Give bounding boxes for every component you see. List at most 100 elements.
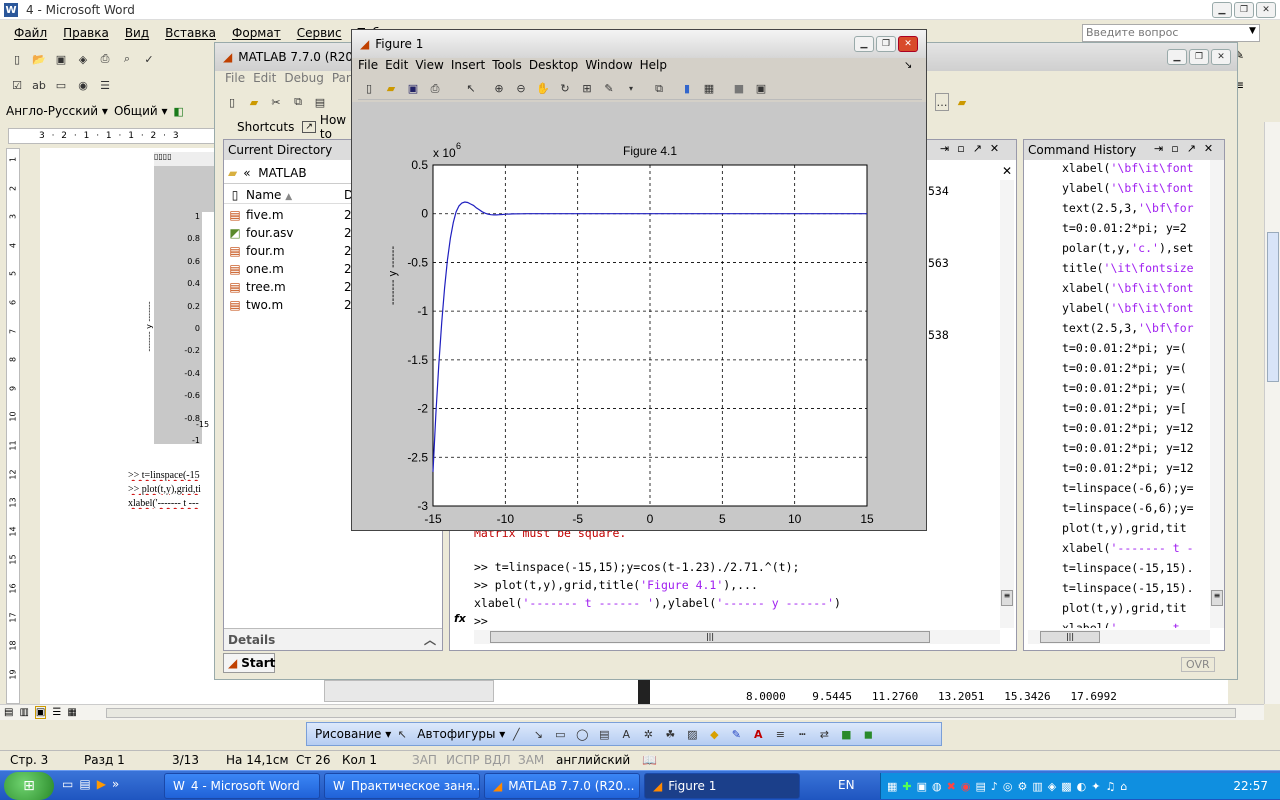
font-dropdown[interactable]: Общий ▾ — [114, 104, 168, 118]
preview-icon[interactable]: ⌕ — [118, 50, 136, 68]
spelling-status-icon[interactable]: 📖 — [642, 753, 657, 767]
word-titlebar[interactable]: W 4 - Microsoft Word ▁ ❐ ✕ — [0, 0, 1280, 20]
start-button[interactable]: ⊞ — [4, 772, 54, 800]
oval-icon[interactable]: ◯ — [573, 725, 591, 743]
float-icon[interactable]: ↗ — [973, 142, 982, 155]
tray-icon-1[interactable]: ▦ — [887, 780, 897, 793]
word-menu-item[interactable]: Правка — [57, 26, 115, 40]
view-print-icon[interactable]: ▣ — [34, 706, 47, 719]
word-menu-item[interactable]: Файл — [8, 26, 53, 40]
history-item[interactable]: xlabel('\bf\it\font — [1062, 158, 1212, 178]
details-bar[interactable]: Details ︿ — [224, 628, 442, 650]
figure-menu-item[interactable]: Help — [640, 58, 672, 76]
brush-icon[interactable]: ✎ — [600, 80, 618, 98]
hide-tools-icon[interactable]: ■ — [730, 80, 748, 98]
hist-hscrollbar[interactable]: ||| — [1028, 630, 1210, 644]
zoom-out-icon[interactable]: ⊖ — [512, 80, 530, 98]
translate-icon[interactable]: ◧ — [170, 102, 188, 120]
fig-close-button[interactable]: ✕ — [898, 36, 918, 52]
line-style-icon[interactable]: ≡ — [771, 725, 789, 743]
drawing-menu[interactable]: Рисование ▾ — [315, 727, 391, 741]
matlab-close-button[interactable]: ✕ — [1211, 49, 1231, 65]
show-tools-icon[interactable]: ▣ — [752, 80, 770, 98]
fill-color-icon[interactable]: ◆ — [705, 725, 723, 743]
font-color-icon[interactable]: A — [749, 725, 767, 743]
task-figure[interactable]: ◢ Figure 1 — [644, 773, 800, 799]
doc-text-line[interactable]: >> plot(t,y),grid,ti — [128, 484, 214, 495]
shadow-icon[interactable]: ■ — [837, 725, 855, 743]
cmd-window-close-icon[interactable]: ✕ — [1002, 164, 1012, 178]
copy-icon[interactable]: ⧉ — [289, 93, 307, 111]
paste-icon[interactable]: ▤ — [311, 93, 329, 111]
tray-icon-12[interactable]: ◈ — [1048, 780, 1056, 793]
explorer-icon[interactable]: ▤ — [79, 777, 90, 791]
legend-icon[interactable]: ▦ — [700, 80, 718, 98]
file-type-col[interactable]: ▯ — [224, 188, 246, 202]
edit-plot-icon[interactable]: ↖ — [462, 80, 480, 98]
figure-menu-item[interactable]: Tools — [492, 58, 527, 76]
permission-icon[interactable]: ◈ — [74, 50, 92, 68]
hist-restore-icon[interactable]: ▫ — [1171, 142, 1178, 155]
rectangle-icon[interactable]: ▭ — [551, 725, 569, 743]
browse-icon[interactable]: … — [935, 93, 949, 111]
view-normal-icon[interactable]: ▤ — [4, 707, 13, 718]
word-hscrollbar[interactable]: ▤ ▥ ▣ ☰ ▦ — [0, 704, 1264, 720]
fig-print-icon[interactable]: ⎙ — [426, 80, 444, 98]
task-word[interactable]: W4 - Microsoft Word — [164, 773, 320, 799]
cmd-vscrollbar[interactable]: ≡ — [1000, 180, 1014, 628]
status-ext[interactable]: ВДЛ — [484, 753, 511, 767]
diagram-icon[interactable]: ✲ — [639, 725, 657, 743]
tray-icon-15[interactable]: ✦ — [1091, 780, 1100, 793]
figure-menu-item[interactable]: Edit — [385, 58, 413, 76]
history-item[interactable]: plot(t,y),grid,tit — [1062, 518, 1212, 538]
rotate-icon[interactable]: ↻ — [556, 80, 574, 98]
new-doc-icon[interactable]: ▯ — [8, 50, 26, 68]
show-desktop-icon[interactable]: ▭ — [62, 777, 73, 791]
history-item[interactable]: t=linspace(-15,15). — [1062, 558, 1212, 578]
combo-tool-icon[interactable]: ▭ — [52, 76, 70, 94]
tray-icon-7[interactable]: ▤ — [975, 780, 985, 793]
hist-undock-icon[interactable]: ⇥ — [1154, 142, 1163, 155]
task-doc[interactable]: W Практическое заня... — [324, 773, 480, 799]
select-arrow-icon[interactable]: ↖ — [393, 725, 411, 743]
tray-icon-4[interactable]: ◍ — [932, 780, 942, 793]
matlab-menu-item[interactable]: File — [221, 71, 249, 89]
history-item[interactable]: t=0:0.01:2*pi; y=12 — [1062, 438, 1212, 458]
history-item[interactable]: text(2.5,3,'\bf\for — [1062, 318, 1212, 338]
textbox-icon[interactable]: ▤ — [595, 725, 613, 743]
fig-menu-dock-icon[interactable]: ↘ — [904, 60, 912, 71]
status-trk[interactable]: ИСПР — [446, 753, 480, 767]
open-icon[interactable]: 📂 — [30, 50, 48, 68]
print-icon[interactable]: ⎙ — [96, 50, 114, 68]
dash-style-icon[interactable]: ┅ — [793, 725, 811, 743]
minimize-button[interactable]: ▁ — [1212, 2, 1232, 18]
textfield-tool-icon[interactable]: ab — [30, 76, 48, 94]
link-icon[interactable]: ⧉ — [650, 80, 668, 98]
word-menu-item[interactable]: Сервис — [291, 26, 348, 40]
word-menu-item[interactable]: Вставка — [159, 26, 222, 40]
wordart-icon[interactable]: A — [617, 725, 635, 743]
view-reading-icon[interactable]: ▦ — [67, 707, 76, 718]
arrow-icon[interactable]: ↘ — [529, 725, 547, 743]
figure-menu-item[interactable]: Window — [585, 58, 637, 76]
autoshapes-menu[interactable]: Автофигуры ▾ — [417, 727, 505, 741]
history-item[interactable]: title('\it\fontsize — [1062, 258, 1212, 278]
fig-save-icon[interactable]: ▣ — [404, 80, 422, 98]
tray-icon-5[interactable]: ✖ — [947, 780, 956, 793]
tray-icon-3[interactable]: ▣ — [917, 780, 927, 793]
matlab-start-button[interactable]: ◢ Start — [223, 653, 275, 673]
history-item[interactable]: xlabel('------- t - — [1062, 538, 1212, 558]
tray-icon-8[interactable]: ♪ — [991, 780, 998, 793]
history-item[interactable]: t=0:0.01:2*pi; y=( — [1062, 338, 1212, 358]
cmd-hscrollbar[interactable]: ||| — [474, 630, 1000, 644]
shortcuts-label[interactable]: Shortcuts — [237, 120, 294, 134]
matlab-menu-item[interactable]: Debug — [280, 71, 327, 89]
history-item[interactable]: ylabel('\bf\it\font — [1062, 298, 1212, 318]
cut-icon[interactable]: ✂ — [267, 93, 285, 111]
language-indicator[interactable]: EN — [838, 778, 855, 792]
tray-icon-17[interactable]: ⌂ — [1120, 780, 1127, 793]
radio-tool-icon[interactable]: ◉ — [74, 76, 92, 94]
figure-menu-item[interactable]: Insert — [451, 58, 490, 76]
tray-icon-16[interactable]: ♫ — [1106, 780, 1116, 793]
figure-menu-item[interactable]: File — [358, 58, 383, 76]
